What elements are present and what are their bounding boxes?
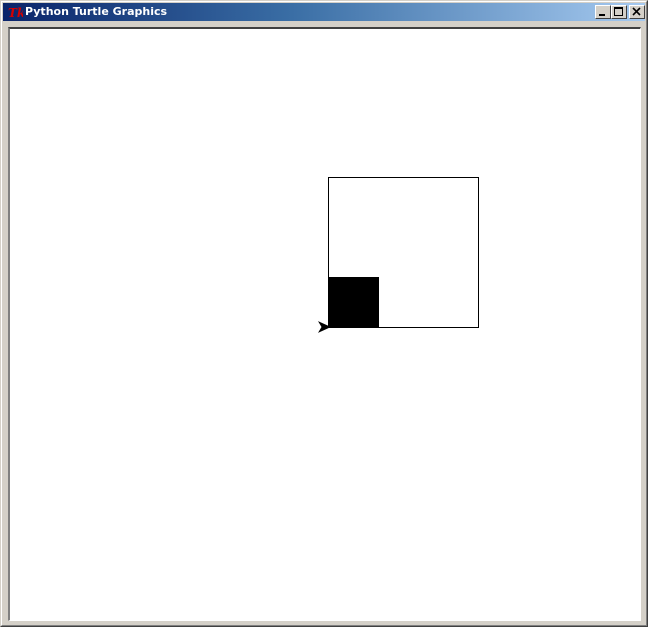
- close-icon: [632, 7, 641, 16]
- title-bar[interactable]: Tk Python Turtle Graphics: [3, 3, 645, 21]
- window-right-edge: [641, 27, 645, 621]
- drawing-surface: [317, 177, 479, 333]
- maximize-button[interactable]: [611, 5, 627, 19]
- close-button[interactable]: [629, 5, 645, 19]
- turtle-canvas[interactable]: [10, 29, 640, 620]
- minimize-button[interactable]: [595, 5, 611, 19]
- filled-square: [328, 277, 379, 328]
- window-title: Python Turtle Graphics: [25, 5, 168, 18]
- maximize-icon: [614, 7, 623, 16]
- minimize-icon: [599, 14, 605, 16]
- turtle-window: Tk Python Turtle Graphics: [0, 0, 648, 627]
- tk-feather-icon: Tk: [7, 4, 25, 20]
- svg-text:Tk: Tk: [8, 6, 23, 20]
